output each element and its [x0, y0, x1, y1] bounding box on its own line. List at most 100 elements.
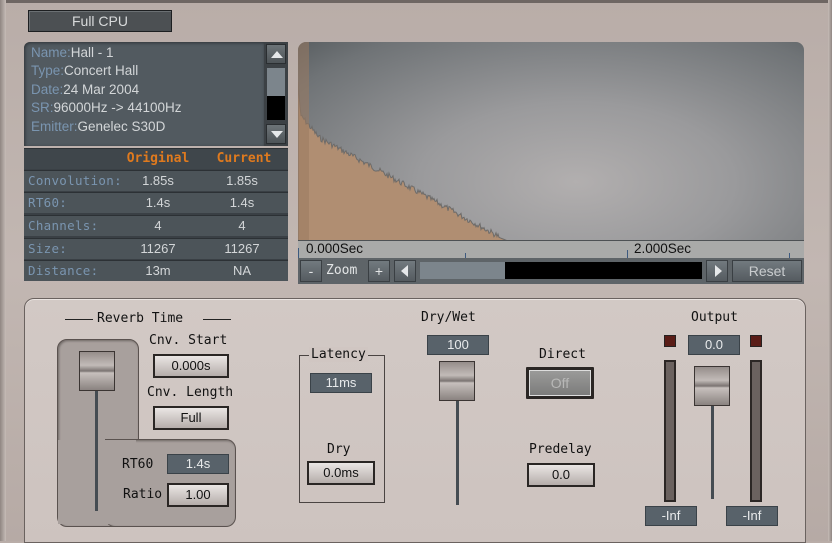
impulse-stats-table: Original Current Convolution: 1.85s 1.85… — [24, 148, 288, 281]
info-key: Emitter: — [31, 119, 78, 134]
current-value: 1.85s — [226, 173, 258, 188]
waveform-controls: - Zoom + Reset — [298, 258, 804, 284]
info-type: Type:Concert Hall — [31, 63, 138, 78]
dry-wet-title: Dry/Wet — [421, 310, 476, 325]
right-clip-indicator[interactable] — [750, 335, 762, 347]
current-value: 4 — [238, 218, 246, 233]
output-gain-fader[interactable] — [694, 366, 730, 406]
info-key: SR: — [31, 100, 54, 115]
scroll-down-button[interactable] — [266, 124, 286, 144]
predelay-title: Predelay — [529, 442, 592, 457]
scroll-left-button[interactable] — [394, 260, 416, 282]
ruler-label-2s: 2.000Sec — [634, 241, 692, 256]
divider — [65, 319, 93, 320]
original-value: 4 — [154, 218, 162, 233]
column-header-original: Original — [126, 151, 190, 166]
window-left-edge — [0, 0, 6, 541]
dry-latency-button[interactable]: 0.0ms — [307, 461, 375, 485]
reverb-time-fader[interactable] — [79, 351, 115, 391]
output-gain-display: 0.0 — [688, 335, 740, 355]
rt60-label: RT60 — [122, 457, 154, 472]
selection-start-marker — [298, 42, 309, 242]
row-label: Distance: — [28, 263, 99, 278]
info-value: 24 Mar 2004 — [63, 82, 140, 97]
left-peak-display: -Inf — [645, 506, 697, 526]
output-fader-track — [711, 399, 714, 499]
left-clip-indicator[interactable] — [664, 335, 676, 347]
reverb-fader-track — [95, 379, 98, 511]
scroll-up-button[interactable] — [266, 44, 286, 64]
impulse-info-panel: Name:Hall - 1 Type:Concert Hall Date:24 … — [24, 42, 264, 146]
zoom-label: Zoom — [326, 263, 358, 278]
arrow-down-icon — [271, 131, 283, 138]
rt60-display: 1.4s — [167, 454, 229, 474]
dry-label: Dry — [327, 442, 351, 457]
info-name: Name:Hall - 1 — [31, 45, 114, 60]
info-value: Genelec S30D — [77, 119, 166, 134]
cnv-length-button[interactable]: Full — [153, 406, 229, 430]
table-row: Size: 11267 11267 — [24, 238, 288, 259]
ratio-label: Ratio — [123, 487, 163, 502]
impulse-waveform-display[interactable] — [298, 42, 804, 242]
waveform-horizontal-scrollbar[interactable] — [420, 262, 702, 279]
info-sample-rate: SR:96000Hz -> 44100Hz — [31, 100, 181, 115]
predelay-button[interactable]: 0.0 — [527, 463, 595, 487]
info-key: Date: — [31, 82, 64, 97]
scroll-thumb[interactable] — [267, 68, 285, 96]
window-top-edge — [0, 0, 832, 3]
ruler-label-start: 0.000Sec — [306, 241, 364, 256]
reset-button[interactable]: Reset — [732, 260, 802, 282]
info-date: Date:24 Mar 2004 — [31, 82, 139, 97]
ratio-button[interactable]: 1.00 — [167, 483, 229, 507]
arrow-left-icon — [401, 265, 408, 277]
scroll-track[interactable] — [267, 96, 285, 120]
left-level-meter — [664, 360, 676, 502]
table-header-row: Original Current — [24, 148, 288, 169]
current-value: 1.4s — [229, 195, 255, 210]
time-ruler: 0.000Sec 2.000Sec — [298, 240, 804, 258]
row-label: RT60: — [28, 195, 68, 210]
info-scrollbar[interactable] — [264, 42, 288, 146]
output-title: Output — [691, 310, 738, 325]
latency-display: 11ms — [310, 373, 372, 393]
dry-wet-display: 100 — [427, 335, 489, 355]
scroll-right-button[interactable] — [706, 260, 728, 282]
divider — [203, 319, 231, 320]
ruler-tick — [627, 250, 628, 258]
current-value: 11267 — [224, 241, 260, 256]
zoom-out-button[interactable]: - — [300, 260, 322, 282]
zoom-in-button[interactable]: + — [368, 260, 390, 282]
cnv-start-label: Cnv. Start — [149, 333, 228, 348]
dry-wet-fader-track — [456, 399, 459, 505]
dry-wet-fader[interactable] — [439, 361, 475, 401]
table-row: Distance: 13m NA — [24, 260, 288, 281]
original-value: 11267 — [140, 241, 176, 256]
row-label: Convolution: — [28, 173, 122, 188]
direct-title: Direct — [539, 347, 586, 362]
table-row: Convolution: 1.85s 1.85s — [24, 170, 288, 191]
latency-title: Latency — [309, 347, 368, 362]
info-value: 96000Hz -> 44100Hz — [53, 100, 182, 115]
original-value: 1.4s — [145, 195, 171, 210]
info-emitter: Emitter:Genelec S30D — [31, 119, 165, 134]
cnv-start-button[interactable]: 0.000s — [153, 354, 229, 378]
arrow-up-icon — [271, 51, 283, 58]
row-label: Size: — [28, 241, 68, 256]
window-right-edge — [828, 0, 832, 541]
current-value: NA — [232, 263, 252, 278]
info-key: Name: — [31, 45, 71, 60]
direct-toggle-frame: Off — [526, 367, 594, 399]
horizontal-scroll-thumb[interactable] — [420, 262, 505, 279]
original-value: 1.85s — [142, 173, 174, 188]
info-key: Type: — [31, 63, 65, 78]
column-header-current: Current — [216, 151, 272, 166]
info-value: Concert Hall — [64, 63, 139, 78]
row-label: Channels: — [28, 218, 99, 233]
cpu-mode-button[interactable]: Full CPU — [28, 10, 172, 32]
right-peak-display: -Inf — [726, 506, 778, 526]
original-value: 13m — [145, 263, 171, 278]
impulse-decay-envelope — [298, 81, 511, 242]
direct-toggle-button[interactable]: Off — [529, 370, 591, 396]
cnv-length-label: Cnv. Length — [147, 385, 234, 400]
arrow-right-icon — [715, 265, 722, 277]
